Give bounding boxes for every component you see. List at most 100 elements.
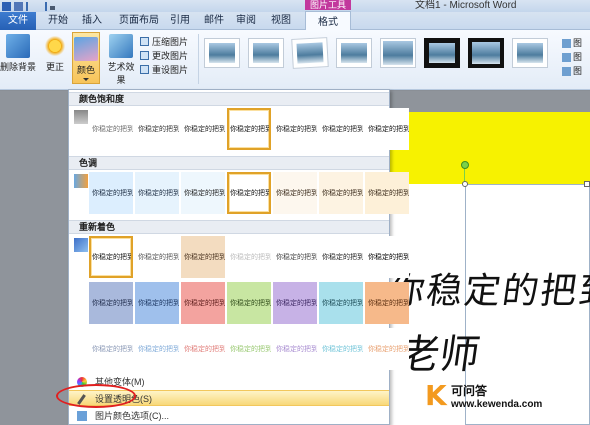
saturation-swatch[interactable]: 你稳定的把到我吗: [135, 108, 179, 150]
recolor-swatch[interactable]: 你稳定的把到我吗: [135, 282, 179, 324]
tab-view[interactable]: 视图: [266, 12, 296, 30]
tone-swatch[interactable]: 你稳定的把到我吗: [135, 172, 179, 214]
picture-style-2[interactable]: [248, 38, 284, 68]
picture-tools-label: 图片工具: [305, 0, 351, 10]
customize-qat-icon[interactable]: [50, 6, 55, 10]
tab-page-layout[interactable]: 页面布局: [114, 12, 164, 30]
swatch-preview-text: 你稳定的把到我吗: [138, 252, 179, 261]
compress-pictures-button[interactable]: 压缩图片: [140, 35, 188, 48]
recolor-swatch[interactable]: 你稳定的把到我吗: [181, 236, 225, 278]
swatch-preview-text: 你稳定的把到我吗: [276, 344, 317, 353]
picture-border-button[interactable]: 图: [562, 36, 582, 50]
tone-swatch[interactable]: 你稳定的把到我吗: [273, 172, 317, 214]
tone-swatch[interactable]: 你稳定的把到我吗: [89, 172, 133, 214]
recolor-swatch[interactable]: 你稳定的把到我吗: [319, 282, 363, 324]
ribbon-group-divider: [198, 34, 199, 84]
rotate-handle[interactable]: [461, 161, 469, 169]
swatch-preview-text: 你稳定的把到我吗: [368, 124, 409, 133]
recolor-swatch[interactable]: 你稳定的把到我吗: [89, 328, 133, 370]
tab-insert[interactable]: 插入: [78, 12, 106, 30]
swatch-preview-text: 你稳定的把到我吗: [138, 344, 179, 353]
redo-icon[interactable]: [38, 1, 47, 11]
picture-style-1[interactable]: [204, 38, 240, 68]
picture-layout-button[interactable]: 图: [562, 64, 582, 78]
remove-background-button[interactable]: 删除背景: [0, 34, 36, 73]
resize-handle-top-right[interactable]: [584, 181, 590, 187]
picture-style-4[interactable]: [336, 38, 372, 68]
handwritten-text-line1: 你稳定的把到我吗: [385, 271, 590, 312]
reset-picture-button[interactable]: 重设图片: [140, 63, 188, 76]
picture-style-3[interactable]: [291, 37, 329, 69]
recolor-swatch[interactable]: 你稳定的把到我吗: [365, 282, 409, 324]
recolor-swatch[interactable]: 你稳定的把到我吗: [89, 282, 133, 324]
recolor-swatch[interactable]: 你稳定的把到我吗: [227, 236, 271, 278]
picture-effects-icon: [562, 52, 571, 62]
picture-styles-gallery: [204, 37, 554, 72]
saturation-swatch[interactable]: 你稳定的把到我吗: [89, 108, 133, 150]
picture-style-5[interactable]: [380, 38, 416, 68]
color-dropdown-menu: 颜色饱和度 色调 重新着色 其他变体(M) 设置透明色(S) 图片颜色选项(C)…: [68, 89, 409, 425]
ribbon-tabs: 文件 开始 插入 页面布局 引用 邮件 审阅 视图 格式: [0, 11, 590, 30]
tone-swatch[interactable]: 你稳定的把到我吗: [181, 172, 225, 214]
recolor-swatch[interactable]: 你稳定的把到我吗: [319, 236, 363, 278]
saturation-swatch[interactable]: 你稳定的把到我吗: [319, 108, 363, 150]
picture-effects-button[interactable]: 图: [562, 50, 582, 64]
change-picture-button[interactable]: 更改图片: [140, 49, 188, 62]
resize-handle-top-left[interactable]: [462, 181, 468, 187]
artistic-effects-button[interactable]: 艺术效果: [104, 34, 138, 86]
picture-style-7[interactable]: [468, 38, 504, 68]
corrections-button[interactable]: 更正: [42, 34, 68, 73]
saturation-swatch[interactable]: 你稳定的把到我吗: [181, 108, 225, 150]
tab-mailings[interactable]: 邮件: [200, 12, 228, 30]
swatch-preview-text: 你稳定的把到我吗: [138, 298, 179, 307]
picture-style-6[interactable]: [424, 38, 460, 68]
recolor-swatch[interactable]: 你稳定的把到我吗: [365, 236, 409, 278]
recolor-swatch[interactable]: 你稳定的把到我吗: [273, 328, 317, 370]
recolor-swatch[interactable]: 你稳定的把到我吗: [135, 236, 179, 278]
swatch-preview-text: 你稳定的把到我吗: [92, 124, 133, 133]
remove-background-icon: [6, 34, 30, 58]
reset-picture-icon: [140, 65, 149, 74]
color-button[interactable]: 颜色: [72, 32, 100, 84]
swatch-preview-text: 你稳定的把到我吗: [184, 252, 225, 261]
swatch-preview-text: 你稳定的把到我吗: [184, 344, 225, 353]
undo-icon[interactable]: [26, 1, 35, 11]
recolor-swatch[interactable]: 你稳定的把到我吗: [227, 328, 271, 370]
tab-references[interactable]: 引用: [166, 12, 194, 30]
recolor-swatch[interactable]: 你稳定的把到我吗: [227, 282, 271, 324]
swatch-preview-text: 你稳定的把到我吗: [322, 344, 363, 353]
section-tone-header: 色调: [69, 156, 389, 170]
swatch-preview-text: 你稳定的把到我吗: [230, 344, 271, 353]
tone-swatch[interactable]: 你稳定的把到我吗: [365, 172, 409, 214]
saturation-swatch[interactable]: 你稳定的把到我吗: [227, 108, 271, 150]
picture-style-8[interactable]: [512, 38, 548, 68]
swatch-preview-text: 你稳定的把到我吗: [276, 188, 317, 197]
save-icon[interactable]: [14, 1, 23, 11]
swatch-preview-text: 你稳定的把到我吗: [184, 188, 225, 197]
recolor-swatch[interactable]: 你稳定的把到我吗: [181, 328, 225, 370]
recolor-swatch[interactable]: 你稳定的把到我吗: [273, 236, 317, 278]
swatch-preview-text: 你稳定的把到我吗: [230, 124, 271, 133]
tab-file[interactable]: 文件: [0, 12, 36, 30]
recolor-swatch[interactable]: 你稳定的把到我吗: [273, 282, 317, 324]
recolor-swatch[interactable]: 你稳定的把到我吗: [319, 328, 363, 370]
artistic-effects-label: 艺术效果: [107, 62, 135, 85]
recolor-swatch[interactable]: 你稳定的把到我吗: [181, 282, 225, 324]
tone-swatch[interactable]: 你稳定的把到我吗: [319, 172, 363, 214]
recolor-swatch[interactable]: 你稳定的把到我吗: [89, 236, 133, 278]
picture-color-options-item[interactable]: 图片颜色选项(C)...: [69, 408, 389, 424]
saturation-swatch[interactable]: 你稳定的把到我吗: [273, 108, 317, 150]
tab-review[interactable]: 审阅: [232, 12, 260, 30]
swatch-preview-text: 你稳定的把到我吗: [276, 298, 317, 307]
title-bar: 文档1 - Microsoft Word: [0, 0, 590, 12]
sun-icon: [43, 34, 67, 58]
tone-swatch[interactable]: 你稳定的把到我吗: [227, 172, 271, 214]
recolor-swatch[interactable]: 你稳定的把到我吗: [365, 328, 409, 370]
recolor-swatch[interactable]: 你稳定的把到我吗: [135, 328, 179, 370]
change-picture-label: 更改图片: [152, 51, 189, 61]
swatch-preview-text: 你稳定的把到我吗: [184, 298, 225, 307]
saturation-swatch[interactable]: 你稳定的把到我吗: [365, 108, 409, 150]
tab-home[interactable]: 开始: [44, 12, 72, 30]
word-app-icon[interactable]: [2, 1, 11, 11]
tab-format[interactable]: 格式: [305, 11, 351, 30]
